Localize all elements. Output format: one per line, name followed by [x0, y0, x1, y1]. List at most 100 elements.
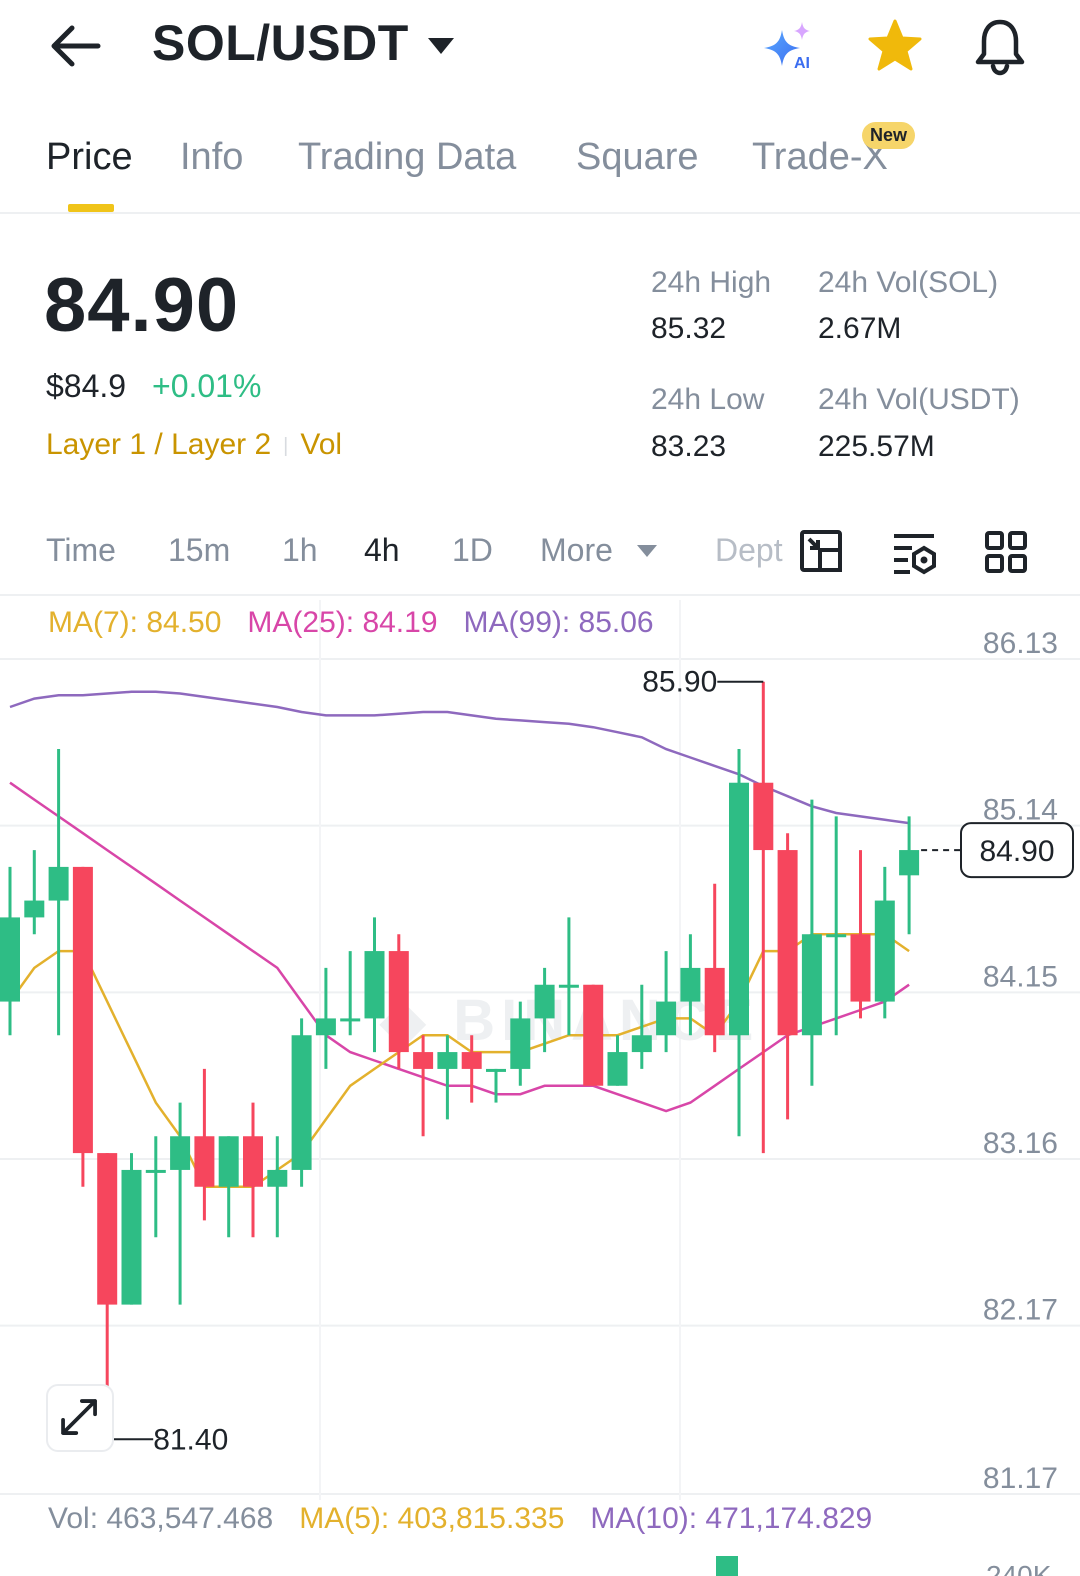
- candle-up: [145, 1136, 166, 1238]
- volume-ma5: MA(5): 403,815.335: [299, 1502, 565, 1535]
- vol-usdt-value: 225.57M: [818, 430, 935, 463]
- ma99-value: MA(99): 85.06: [463, 606, 654, 639]
- candle-body: [486, 1068, 506, 1072]
- tag-vol[interactable]: Vol: [300, 428, 342, 461]
- candle-up: [899, 816, 920, 935]
- low-marker-label: 81.40: [153, 1423, 228, 1456]
- ai-sparkle-icon[interactable]: AI: [760, 20, 820, 72]
- arrow-left-icon[interactable]: [48, 22, 104, 70]
- caret-down-icon[interactable]: [426, 36, 456, 56]
- tab-square[interactable]: Square: [576, 136, 699, 179]
- candle-body: [145, 1169, 166, 1173]
- price-tick-label: 83.16: [983, 1127, 1058, 1160]
- candle-body: [558, 984, 579, 988]
- tab-info[interactable]: Info: [180, 136, 243, 179]
- price-tick-label: 82.17: [983, 1294, 1058, 1327]
- candle-body: [704, 967, 725, 1036]
- price-tick-label: 81.17: [983, 1462, 1058, 1495]
- interval-1h[interactable]: 1h: [282, 532, 318, 569]
- pair-title[interactable]: SOL/USDT: [152, 14, 409, 72]
- candle-down: [753, 681, 774, 1154]
- volume-bar: [716, 1556, 738, 1576]
- candle-up: [170, 1102, 191, 1305]
- candle-body: [461, 1052, 482, 1069]
- candle-up: [267, 1136, 288, 1238]
- tag-layer[interactable]: Layer 1 / Layer 2: [46, 428, 271, 461]
- candle-down: [583, 984, 604, 1086]
- candle-body: [777, 850, 798, 1036]
- fullscreen-button[interactable]: [46, 1384, 114, 1452]
- vol-usdt-label: 24h Vol(USDT): [818, 383, 1020, 416]
- candle-body: [97, 1153, 118, 1305]
- ma7-line: [8, 932, 910, 1189]
- interval-time[interactable]: Time: [46, 532, 116, 569]
- interval-1d[interactable]: 1D: [452, 532, 493, 569]
- candle-body: [315, 1018, 336, 1036]
- candle-up: [291, 1018, 312, 1187]
- candle-up: [826, 816, 847, 1036]
- candle-body: [72, 866, 93, 1154]
- candle-down: [72, 866, 93, 1187]
- tab-active-indicator: [68, 204, 114, 212]
- volume-value: Vol: 463,547.468: [48, 1502, 274, 1535]
- low-label: 24h Low: [651, 383, 765, 416]
- favorite-star-icon[interactable]: [866, 18, 924, 76]
- volume-ma10: MA(10): 471,174.829: [590, 1502, 873, 1535]
- ma-lines: [8, 690, 910, 1189]
- ma25-line: [9, 781, 910, 1113]
- candle-body: [753, 782, 774, 851]
- svg-text:AI: AI: [794, 55, 810, 72]
- volume-legend: Vol: 463,547.468 MA(5): 403,815.335 MA(10)…: [48, 1502, 872, 1536]
- top-bar: SOL/USDT AI: [0, 0, 1080, 100]
- interval-bar: Time 15m 1h 4h 1D More Dept: [0, 520, 1080, 596]
- interval-more[interactable]: More: [540, 532, 613, 569]
- candle-body: [801, 934, 822, 1036]
- tab-price[interactable]: Price: [46, 136, 133, 179]
- usd-price: $84.9: [46, 368, 127, 404]
- candle-body: [0, 917, 20, 1002]
- candle-body: [826, 934, 847, 938]
- grid-layout-icon[interactable]: [982, 528, 1030, 576]
- candle-down: [243, 1102, 263, 1238]
- tab-bar: Price Info Trading Data Square Trade-X N…: [0, 110, 1080, 214]
- candle-body: [243, 1136, 263, 1187]
- interval-depth[interactable]: Dept: [715, 532, 783, 569]
- candle-up: [121, 1153, 142, 1305]
- high-label: 24h High: [651, 266, 772, 299]
- indicator-settings-icon[interactable]: [890, 528, 938, 576]
- high-marker-label: 85.90: [642, 666, 717, 699]
- interval-15m[interactable]: 15m: [168, 532, 230, 569]
- caret-down-icon[interactable]: [636, 544, 658, 558]
- candle-up: [0, 866, 20, 1036]
- price-tick-label: 85.14: [983, 794, 1058, 827]
- candle-body: [413, 1052, 434, 1069]
- popout-icon[interactable]: [798, 528, 846, 576]
- candle-body: [194, 1136, 215, 1187]
- candle-body: [680, 967, 701, 1002]
- candle-body: [583, 984, 604, 1086]
- candle-body: [24, 900, 45, 918]
- candle-body: [656, 1001, 677, 1036]
- candle-up: [315, 967, 336, 1069]
- price-axis: 86.13 85.14 84.15 83.16 82.17 81.17: [983, 627, 1058, 1495]
- ma25-value: MA(25): 84.19: [247, 606, 438, 639]
- ma99-line: [9, 690, 910, 825]
- candlestick-chart[interactable]: ◆ BINANCE 86.1385.1484.1583.1682.1781.17…: [0, 600, 1080, 1500]
- tab-trading-data[interactable]: Trading Data: [298, 136, 516, 179]
- expand-icon: [61, 1399, 97, 1435]
- candle-body: [170, 1136, 191, 1170]
- last-price: 84.90: [44, 263, 240, 348]
- interval-4h[interactable]: 4h: [364, 532, 400, 569]
- bell-icon[interactable]: [972, 16, 1028, 76]
- low-value: 83.23: [651, 430, 727, 463]
- candle-down: [194, 1068, 215, 1221]
- tag-separator: |: [283, 434, 289, 457]
- candle-down: [704, 883, 725, 1053]
- candle-body: [510, 1018, 531, 1069]
- ma-legend: MA(7): 84.50 MA(25): 84.19 MA(99): 85.06: [48, 606, 654, 640]
- category-tags: Layer 1 / Layer 2 | Vol: [46, 428, 342, 462]
- candle-body: [631, 1035, 652, 1053]
- candle-body: [437, 1052, 458, 1069]
- candle-up: [729, 749, 749, 1137]
- candle-body: [121, 1169, 142, 1305]
